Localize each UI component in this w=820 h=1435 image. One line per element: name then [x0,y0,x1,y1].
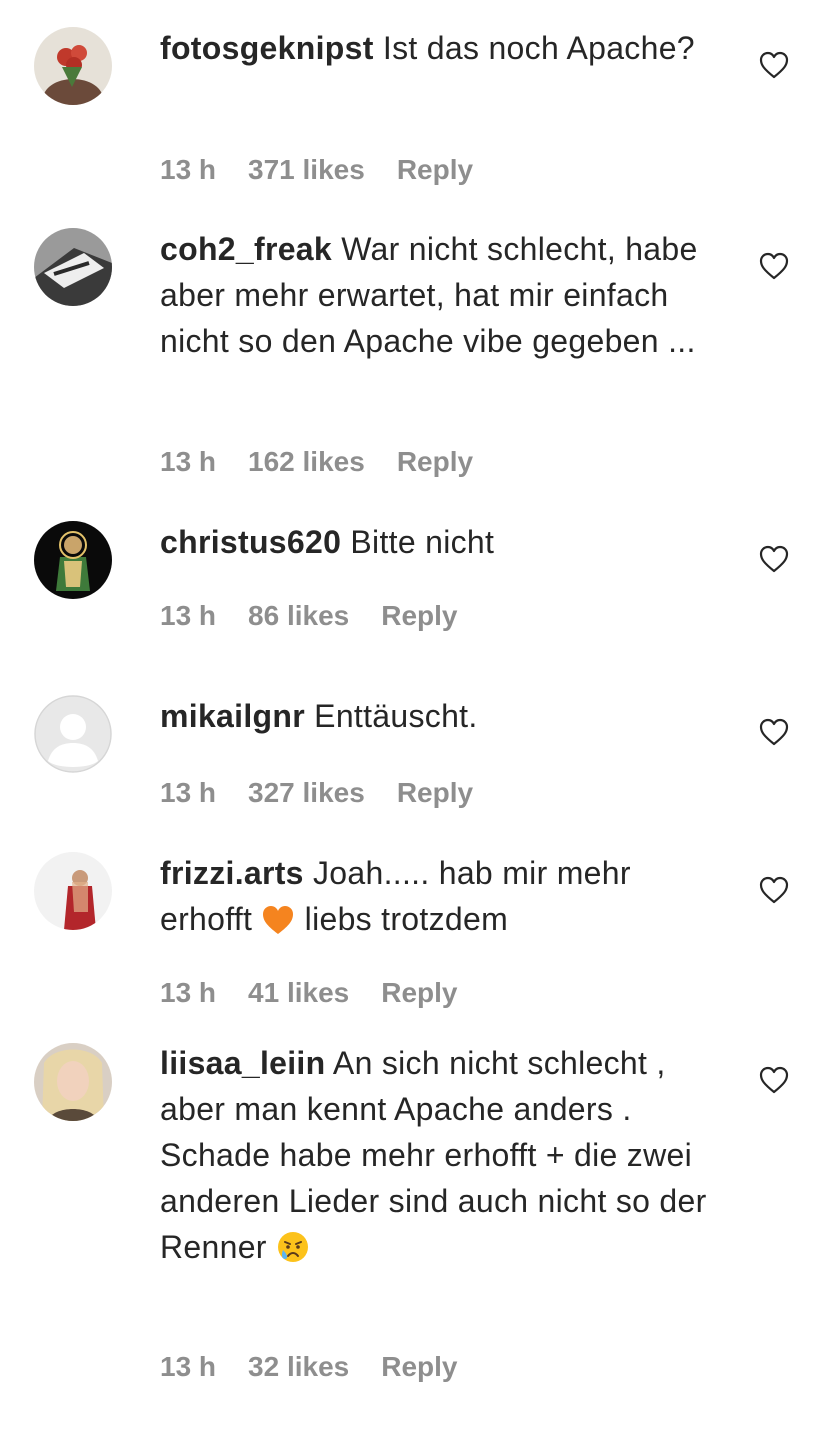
comment-likes[interactable]: 327 likes [248,777,365,809]
comment-time: 13 h [160,600,217,631]
comment-text: coh2_freak War nicht schlecht, habe aber… [160,226,725,364]
avatar-image [34,27,112,105]
comment-meta: 13 h 162 likes Reply [160,446,473,478]
comment-likes[interactable]: 371 likes [248,154,365,186]
comment-username[interactable]: frizzi.arts [160,855,304,891]
heart-icon[interactable] [758,875,790,905]
reply-button[interactable]: Reply [381,600,457,632]
avatar[interactable] [34,1043,112,1121]
comment-time: 13 h [160,777,217,808]
avatar-image [34,228,112,306]
avatar[interactable] [34,852,112,930]
comment-body-continued: liebs trotzdem [304,901,509,937]
comment-meta: 13 h 371 likes Reply [160,154,473,186]
avatar-image [34,1043,112,1121]
comment-meta: 13 h 41 likes Reply [160,977,457,1009]
comment-text: frizzi.arts Joah..... hab mir mehr erhof… [160,850,725,942]
comment-meta: 13 h 86 likes Reply [160,600,457,632]
crying-face-emoji-icon [277,1232,308,1262]
orange-heart-emoji-icon [263,906,294,934]
comment-text: mikailgnr Enttäuscht. [160,693,725,739]
heart-icon[interactable] [758,544,790,574]
comment-username[interactable]: christus620 [160,524,341,560]
comment-meta: 13 h 327 likes Reply [160,777,473,809]
reply-button[interactable]: Reply [397,777,473,809]
comment-username[interactable]: mikailgnr [160,698,305,734]
comment-time: 13 h [160,1351,217,1382]
comment-time: 13 h [160,977,217,1008]
comment-body: Enttäuscht. [314,698,478,734]
comment-likes[interactable]: 162 likes [248,446,365,478]
avatar-image [34,521,112,599]
comment-text: fotosgeknipst Ist das noch Apache? [160,25,725,71]
default-avatar-icon [34,695,112,773]
comment-username[interactable]: fotosgeknipst [160,30,374,66]
heart-icon[interactable] [758,717,790,747]
comment-body: Bitte nicht [350,524,495,560]
comment-username[interactable]: liisaa_leiin [160,1045,325,1081]
reply-button[interactable]: Reply [397,154,473,186]
comment-likes[interactable]: 32 likes [248,1351,349,1383]
avatar[interactable] [34,27,112,105]
comment-likes[interactable]: 41 likes [248,977,349,1009]
comment-time: 13 h [160,446,217,477]
reply-button[interactable]: Reply [397,446,473,478]
heart-icon[interactable] [758,251,790,281]
comment-meta: 13 h 32 likes Reply [160,1351,457,1383]
comment-text: christus620 Bitte nicht [160,519,725,565]
comment-time: 13 h [160,154,217,185]
comment-username[interactable]: coh2_freak [160,231,332,267]
comment-text: liisaa_leiin An sich nicht schlecht , ab… [160,1040,725,1270]
avatar-image [34,852,112,930]
comment-likes[interactable]: 86 likes [248,600,349,632]
heart-icon[interactable] [758,50,790,80]
reply-button[interactable]: Reply [381,1351,457,1383]
heart-icon[interactable] [758,1065,790,1095]
reply-button[interactable]: Reply [381,977,457,1009]
avatar[interactable] [34,695,112,773]
avatar[interactable] [34,228,112,306]
comment-body: Ist das noch Apache? [382,30,695,66]
avatar[interactable] [34,521,112,599]
